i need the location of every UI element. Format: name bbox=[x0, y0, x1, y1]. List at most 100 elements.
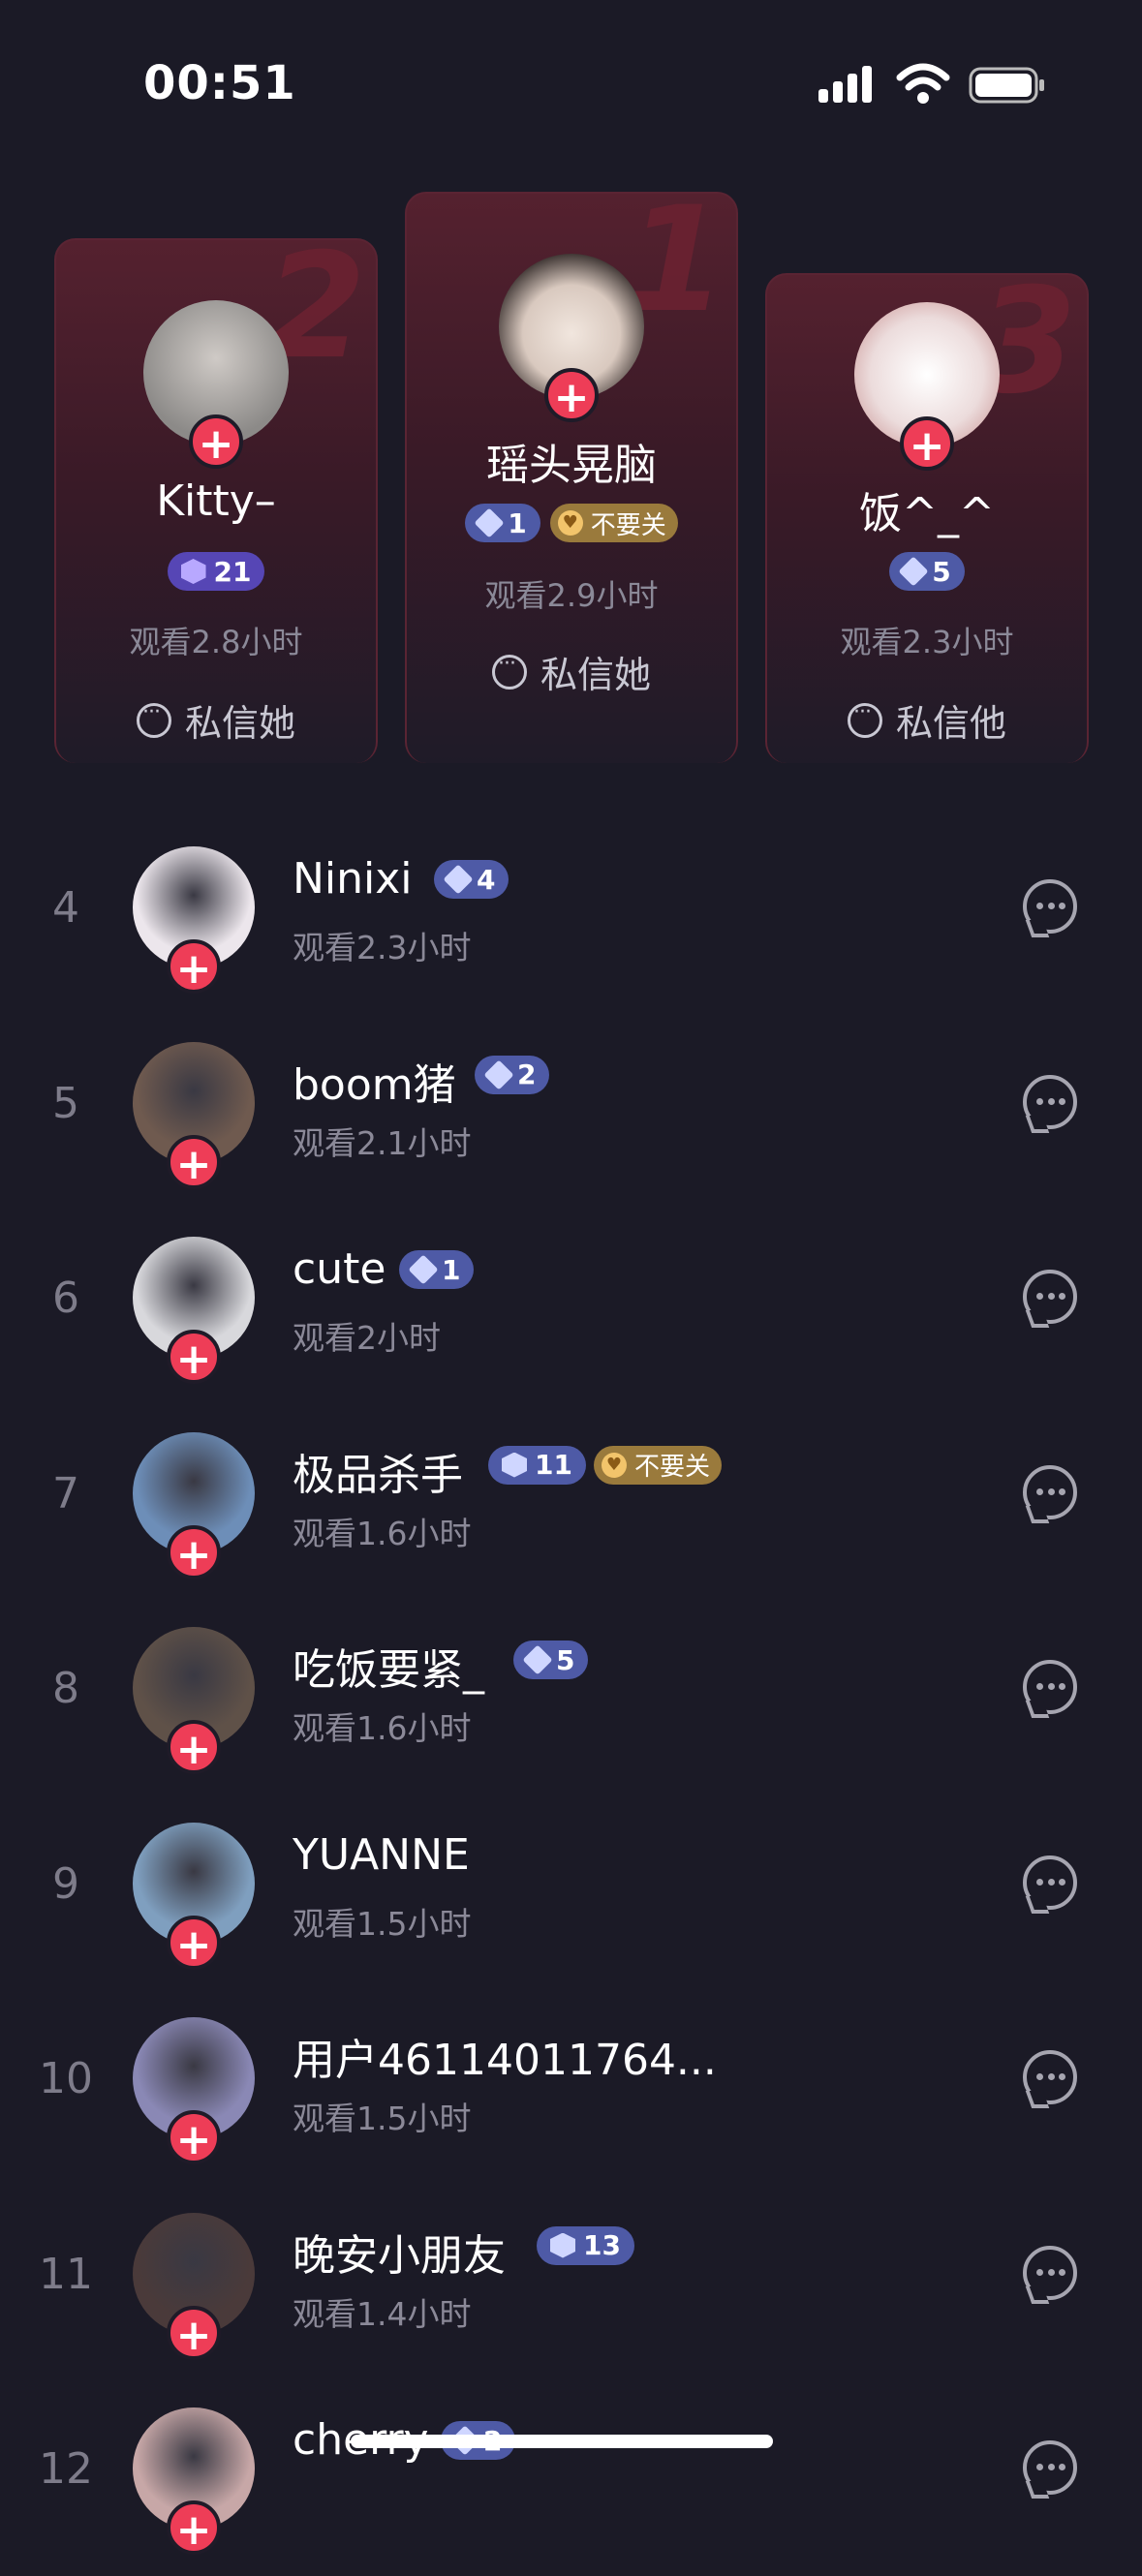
follow-button[interactable]: + bbox=[167, 1915, 221, 1970]
chat-dots bbox=[1036, 2268, 1065, 2276]
message-icon[interactable] bbox=[1023, 2440, 1077, 2495]
podium-badges: 1 ♥ 不要关 bbox=[407, 504, 736, 542]
watch-time: 观看2小时 bbox=[293, 1319, 441, 1357]
user-name: 用户46114011764... bbox=[293, 2036, 717, 2085]
message-icon[interactable] bbox=[1023, 2050, 1077, 2104]
podium-rank-3[interactable]: 3 + 饭^_^ 5 观看2.3小时 私信他 bbox=[765, 269, 1089, 763]
user-badges: 11 ♥ 不要关 bbox=[488, 1445, 722, 1485]
chat-dots bbox=[1036, 1878, 1065, 1886]
podium-user-name: Kitty– bbox=[156, 476, 276, 526]
diamond-icon bbox=[898, 556, 929, 587]
follow-button[interactable]: + bbox=[167, 1330, 221, 1384]
user-name: boom猪 bbox=[293, 1059, 456, 1110]
chat-dots bbox=[1036, 1487, 1065, 1495]
list-item[interactable]: 9 + YUANNE 观看1.5小时 bbox=[0, 1797, 1142, 1991]
fan-level-badge: 5 bbox=[889, 552, 965, 591]
rank-number: 8 bbox=[52, 1664, 79, 1713]
list-item[interactable]: 10 + 用户46114011764... 观看1.5小时 bbox=[0, 1992, 1142, 2186]
watch-time: 观看2.1小时 bbox=[293, 1123, 472, 1162]
follow-button[interactable]: + bbox=[167, 2500, 221, 2555]
fan-level-badge: 5 bbox=[513, 1641, 589, 1679]
user-name: Ninixi bbox=[293, 854, 413, 904]
user-badges: 2 bbox=[475, 1055, 550, 1094]
fan-level-badge: 13 bbox=[537, 2225, 634, 2265]
rank-number: 7 bbox=[52, 1468, 79, 1518]
battery-icon bbox=[969, 67, 1044, 104]
podium-rank-1[interactable]: 1 + 瑶头晃脑 1 ♥不要关 观看2.9小时 私信她 bbox=[405, 188, 738, 763]
hexagon-icon bbox=[180, 559, 206, 584]
chat-dots bbox=[1036, 1683, 1065, 1690]
status-time: 00:51 bbox=[143, 56, 296, 110]
follow-button[interactable]: + bbox=[900, 416, 954, 471]
message-icon[interactable] bbox=[1023, 1855, 1077, 1910]
list-item[interactable]: 7 + 极品杀手 11 ♥ 不要关 观看1.6小时 bbox=[0, 1407, 1142, 1601]
follow-button[interactable]: + bbox=[167, 2305, 221, 2360]
diamond-icon bbox=[408, 1254, 439, 1285]
fan-level-badge: 4 bbox=[434, 860, 509, 899]
podium-user-name: 饭^_^ bbox=[859, 489, 995, 538]
message-her-button[interactable]: 私信她 bbox=[407, 645, 736, 698]
chat-dots bbox=[1036, 1293, 1065, 1300]
follow-button[interactable]: + bbox=[167, 2110, 221, 2164]
message-icon bbox=[136, 700, 171, 738]
fan-level-badge: 2 bbox=[475, 1055, 550, 1094]
list-item[interactable]: 8 + 吃饭要紧_ 5 观看1.6小时 bbox=[0, 1602, 1142, 1795]
fan-level-badge: 11 bbox=[488, 1445, 586, 1485]
follow-button[interactable]: + bbox=[167, 939, 221, 994]
hexagon-icon bbox=[550, 2232, 575, 2258]
diamond-icon bbox=[522, 1644, 553, 1675]
follow-button[interactable]: + bbox=[189, 414, 243, 469]
user-name: 吃饭要紧_ bbox=[293, 1645, 484, 1695]
follow-button[interactable]: + bbox=[167, 1134, 221, 1189]
message-icon[interactable] bbox=[1023, 1270, 1077, 1324]
follow-button[interactable]: + bbox=[544, 368, 599, 422]
message-icon[interactable] bbox=[1023, 2245, 1077, 2300]
list-item[interactable]: 11 + 晚安小朋友 13 观看1.4小时 bbox=[0, 2188, 1142, 2381]
follow-button[interactable]: + bbox=[167, 1524, 221, 1579]
status-bar: 00:51 bbox=[0, 0, 1142, 165]
list-item[interactable]: 12+cherry2 bbox=[0, 2382, 1142, 2576]
message-icon[interactable] bbox=[1023, 1074, 1077, 1129]
fan-level-badge: 1 bbox=[465, 504, 540, 542]
watch-time: 观看1.6小时 bbox=[293, 1514, 472, 1552]
user-name: YUANNE bbox=[293, 1829, 470, 1880]
list-item[interactable]: 4 + Ninixi 4 观看2.3小时 bbox=[0, 821, 1142, 1015]
message-icon[interactable] bbox=[1023, 1660, 1077, 1714]
diamond-icon bbox=[443, 864, 474, 895]
message-him-button[interactable]: 私信他 bbox=[767, 693, 1087, 747]
watch-time: 观看1.5小时 bbox=[293, 2100, 472, 2137]
message-her-button[interactable]: 私信她 bbox=[56, 693, 376, 747]
fan-level-badge: 1 bbox=[399, 1250, 475, 1289]
chat-dots bbox=[1036, 1097, 1065, 1105]
podium-rank-2[interactable]: 2 + Kitty– 21 观看2.8小时 私信她 bbox=[54, 234, 378, 763]
user-badges: 5 bbox=[513, 1641, 589, 1679]
cellular-signal-icon bbox=[818, 66, 872, 103]
watch-time: 观看1.5小时 bbox=[293, 1904, 472, 1943]
user-badges: 4 bbox=[434, 860, 509, 899]
watch-time: 观看1.4小时 bbox=[293, 2294, 472, 2333]
watch-time: 观看1.6小时 bbox=[293, 1709, 472, 1747]
user-name: 晚安小朋友 bbox=[293, 2230, 506, 2281]
follow-button[interactable]: + bbox=[167, 1720, 221, 1774]
home-indicator bbox=[351, 2435, 773, 2448]
chat-dots bbox=[1036, 2073, 1065, 2080]
user-badges: 1 bbox=[399, 1250, 475, 1289]
watch-time: 观看2.8小时 bbox=[129, 624, 303, 660]
heart-icon: ♥ bbox=[557, 510, 583, 536]
fan-level-badge: 21 bbox=[167, 552, 265, 591]
chat-dots bbox=[1036, 2464, 1065, 2470]
list-item[interactable]: 6 + cute 1 观看2小时 bbox=[0, 1211, 1142, 1405]
heart-icon: ♥ bbox=[601, 1452, 627, 1478]
fan-club-tag: ♥ 不要关 bbox=[549, 504, 678, 542]
user-badges: 13 bbox=[537, 2225, 634, 2265]
rank-number: 4 bbox=[52, 883, 79, 933]
message-icon bbox=[491, 652, 527, 690]
diamond-icon bbox=[483, 1058, 514, 1090]
message-icon[interactable] bbox=[1023, 879, 1077, 934]
hexagon-icon bbox=[502, 1452, 527, 1478]
rank-number: 11 bbox=[39, 2249, 93, 2299]
message-icon[interactable] bbox=[1023, 1464, 1077, 1519]
user-name: 极品杀手 bbox=[293, 1450, 463, 1500]
list-item[interactable]: 5 + boom猪 2 观看2.1小时 bbox=[0, 1017, 1142, 1211]
watch-time: 观看2.9小时 bbox=[484, 577, 659, 614]
